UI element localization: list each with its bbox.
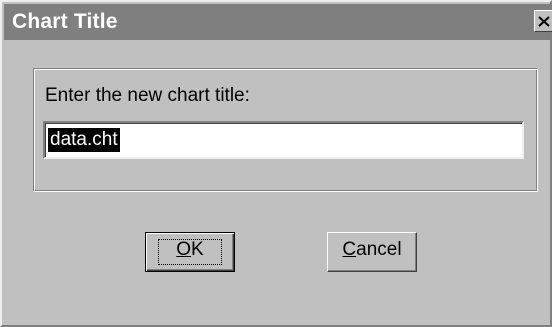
cancel-button[interactable]: Cancel <box>327 232 417 272</box>
close-icon <box>538 16 550 27</box>
chart-title-dialog: Chart Title Enter the new chart title: d… <box>0 0 552 327</box>
ok-mnemonic: O <box>176 239 192 260</box>
ok-button-label: OK <box>176 239 203 260</box>
ok-label-rest: K <box>191 239 204 260</box>
cancel-mnemonic: C <box>342 239 357 260</box>
title-bar[interactable]: Chart Title <box>4 4 552 40</box>
dialog-title: Chart Title <box>12 10 118 33</box>
ok-button[interactable]: OK <box>145 232 235 272</box>
chart-title-prompt-label: Enter the new chart title: <box>45 85 250 106</box>
close-button[interactable] <box>534 10 552 32</box>
cancel-label-rest: ancel <box>356 239 402 260</box>
chart-title-input[interactable]: data.cht <box>43 121 524 159</box>
cancel-button-label: Cancel <box>342 239 401 260</box>
chart-title-input-value: data.cht <box>48 128 120 152</box>
